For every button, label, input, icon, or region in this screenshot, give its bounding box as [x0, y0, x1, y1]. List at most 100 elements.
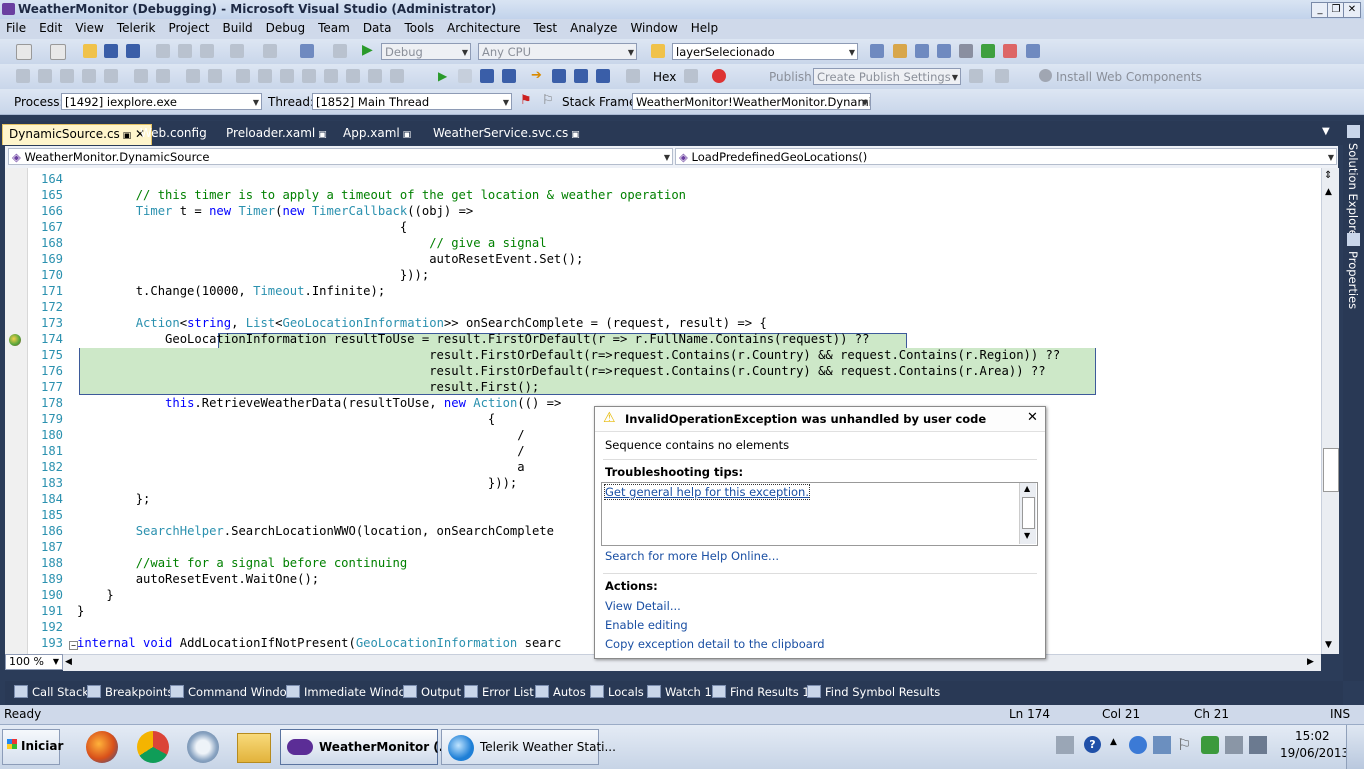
code-line[interactable]: this.RetrieveWeatherData(resultToUse, ne… — [77, 396, 561, 410]
redo-icon[interactable] — [263, 44, 277, 58]
copy-icon[interactable] — [178, 44, 192, 58]
menu-test[interactable]: Test — [528, 19, 565, 35]
add-item-icon[interactable] — [50, 44, 66, 60]
code-line[interactable]: // this timer is to apply a timeout of t… — [77, 188, 686, 202]
task-internet-explorer[interactable]: Telerik Weather Stati... — [441, 729, 616, 765]
tab-web-config[interactable]: Web.config — [134, 124, 213, 145]
code-line[interactable]: autoResetEvent.WaitOne(); — [77, 572, 319, 586]
find-box[interactable]: layerSelecionado ▼ — [672, 43, 858, 60]
layout-icon[interactable] — [16, 69, 30, 83]
save-all-icon[interactable] — [126, 44, 140, 58]
code-line[interactable]: a — [77, 460, 524, 474]
menu-project[interactable]: Project — [162, 19, 216, 35]
font-icon[interactable] — [82, 69, 96, 83]
bookmark-icon[interactable] — [236, 69, 250, 83]
code-line[interactable]: SearchHelper.SearchLocationWWO(location,… — [77, 524, 554, 538]
network-icon[interactable] — [1129, 736, 1147, 754]
step-out-icon[interactable] — [596, 69, 610, 83]
undo-icon[interactable] — [230, 44, 244, 58]
tools-icon[interactable] — [959, 44, 973, 58]
code-line[interactable]: { — [77, 412, 495, 426]
toolbox-icon[interactable] — [937, 44, 951, 58]
scroll-down-icon[interactable]: ▼ — [1325, 640, 1332, 650]
code-line[interactable]: } — [77, 604, 84, 618]
break-all-icon[interactable] — [458, 69, 472, 83]
breakpoint-icon[interactable] — [712, 69, 726, 83]
install-web-components-button[interactable]: Install Web Components — [1056, 70, 1202, 84]
explorer-icon[interactable] — [237, 733, 271, 763]
menu-tools[interactable]: Tools — [398, 19, 441, 35]
code-line[interactable]: internal void AddLocationIfNotPresent(Ge… — [77, 636, 561, 650]
menu-edit[interactable]: Edit — [33, 19, 69, 35]
quick-watch-icon[interactable] — [626, 69, 640, 83]
action-center-icon[interactable]: ⚐ — [1177, 735, 1191, 754]
tips-scrollbar[interactable]: ▲ ▼ — [1019, 483, 1036, 544]
config-select[interactable]: Debug ▼ — [381, 43, 471, 60]
power-icon[interactable] — [1225, 736, 1243, 754]
cut-icon[interactable] — [156, 44, 170, 58]
code-line[interactable]: // give a signal — [77, 236, 546, 250]
display-icon[interactable] — [1153, 736, 1171, 754]
clear-bookmarks-icon[interactable] — [368, 69, 382, 83]
close-window-button[interactable]: ✕ — [1343, 2, 1361, 18]
publish-web-icon[interactable] — [995, 69, 1009, 83]
close-icon[interactable]: ✕ — [1027, 410, 1038, 425]
publish-settings-select[interactable]: Create Publish Settings ▼ — [813, 68, 961, 85]
code-line[interactable]: { — [77, 220, 407, 234]
start-debugging-icon[interactable]: ▶ — [362, 42, 373, 58]
scroll-up-icon[interactable]: ▲ — [1325, 187, 1332, 197]
tab-weatherservice-svc-cs[interactable]: WeatherService.svc.cs ▣ — [427, 124, 586, 145]
member-select[interactable]: ◈ LoadPredefinedGeoLocations() ▼ — [675, 148, 1337, 165]
flag-all-icon[interactable]: ⚐ — [542, 93, 554, 108]
security-icon[interactable] — [1201, 736, 1219, 754]
tool-tab-find-symbol-results[interactable]: Find Symbol Results — [807, 685, 940, 699]
enable-editing-link[interactable]: Enable editing — [605, 618, 688, 632]
code-line[interactable]: } — [77, 588, 113, 602]
tool-tab-command-window[interactable]: Command Window — [170, 685, 296, 699]
volume-icon[interactable] — [1249, 736, 1267, 754]
tab-app-xaml[interactable]: App.xaml ▣ — [337, 124, 417, 145]
command-window-icon[interactable] — [1026, 44, 1040, 58]
code-line[interactable]: autoResetEvent.Set(); — [77, 252, 583, 266]
next-bookmark-icon[interactable] — [280, 69, 294, 83]
code-line[interactable]: }; — [77, 492, 151, 506]
solution-explorer-icon[interactable] — [870, 44, 884, 58]
publish-icon[interactable] — [969, 69, 983, 83]
view-detail-link[interactable]: View Detail... — [605, 599, 681, 613]
menu-data[interactable]: Data — [357, 19, 399, 35]
platform-select[interactable]: Any CPU ▼ — [478, 43, 637, 60]
comment-icon[interactable] — [186, 69, 200, 83]
settings-icon[interactable] — [187, 731, 219, 763]
paste-icon[interactable] — [200, 44, 214, 58]
restart-icon[interactable] — [502, 69, 516, 83]
find-bookmark-icon[interactable] — [390, 69, 404, 83]
show-hidden-icons-icon[interactable]: ▲ — [1110, 737, 1117, 747]
uncomment-icon[interactable] — [208, 69, 222, 83]
code-line[interactable]: result.FirstOrDefault(r=>request.Contain… — [77, 364, 1045, 378]
search-help-online-link[interactable]: Search for more Help Online... — [605, 549, 779, 563]
new-project-icon[interactable] — [16, 44, 32, 60]
extension-icon[interactable] — [1003, 44, 1017, 58]
threads-icon[interactable] — [684, 69, 698, 83]
stack-frame-select[interactable]: WeatherMonitor!WeatherMonitor.DynamicSou… — [632, 93, 871, 110]
hex-toggle[interactable]: Hex — [653, 70, 676, 84]
split-icon[interactable]: ⇕ — [1324, 170, 1332, 181]
code-line[interactable]: })); — [77, 268, 429, 282]
help-icon[interactable]: ? — [1084, 736, 1101, 753]
tool-tab-call-stack[interactable]: Call Stack — [14, 685, 89, 699]
code-line[interactable]: result.FirstOrDefault(r=>request.Contain… — [77, 348, 1060, 362]
prev-folder-icon[interactable] — [324, 69, 338, 83]
properties-tab[interactable]: Properties — [1346, 251, 1360, 309]
scroll-thumb[interactable] — [1323, 448, 1339, 492]
save-icon[interactable] — [104, 44, 118, 58]
code-line[interactable]: GeoLocationInformation resultToUse = res… — [77, 332, 869, 346]
tab-overflow-icon[interactable]: ▼ — [1322, 126, 1330, 137]
code-line[interactable]: / — [77, 428, 524, 442]
code-line[interactable]: / — [77, 444, 524, 458]
tool-tab-locals[interactable]: Locals — [590, 685, 644, 699]
scroll-right-icon[interactable]: ▶ — [1307, 657, 1314, 667]
find-in-files-icon[interactable] — [651, 44, 665, 58]
keyboard-icon[interactable] — [1056, 736, 1074, 754]
tips-list[interactable]: Get general help for this exception. ▲ ▼ — [601, 482, 1038, 546]
stop-debugging-icon[interactable] — [480, 69, 494, 83]
